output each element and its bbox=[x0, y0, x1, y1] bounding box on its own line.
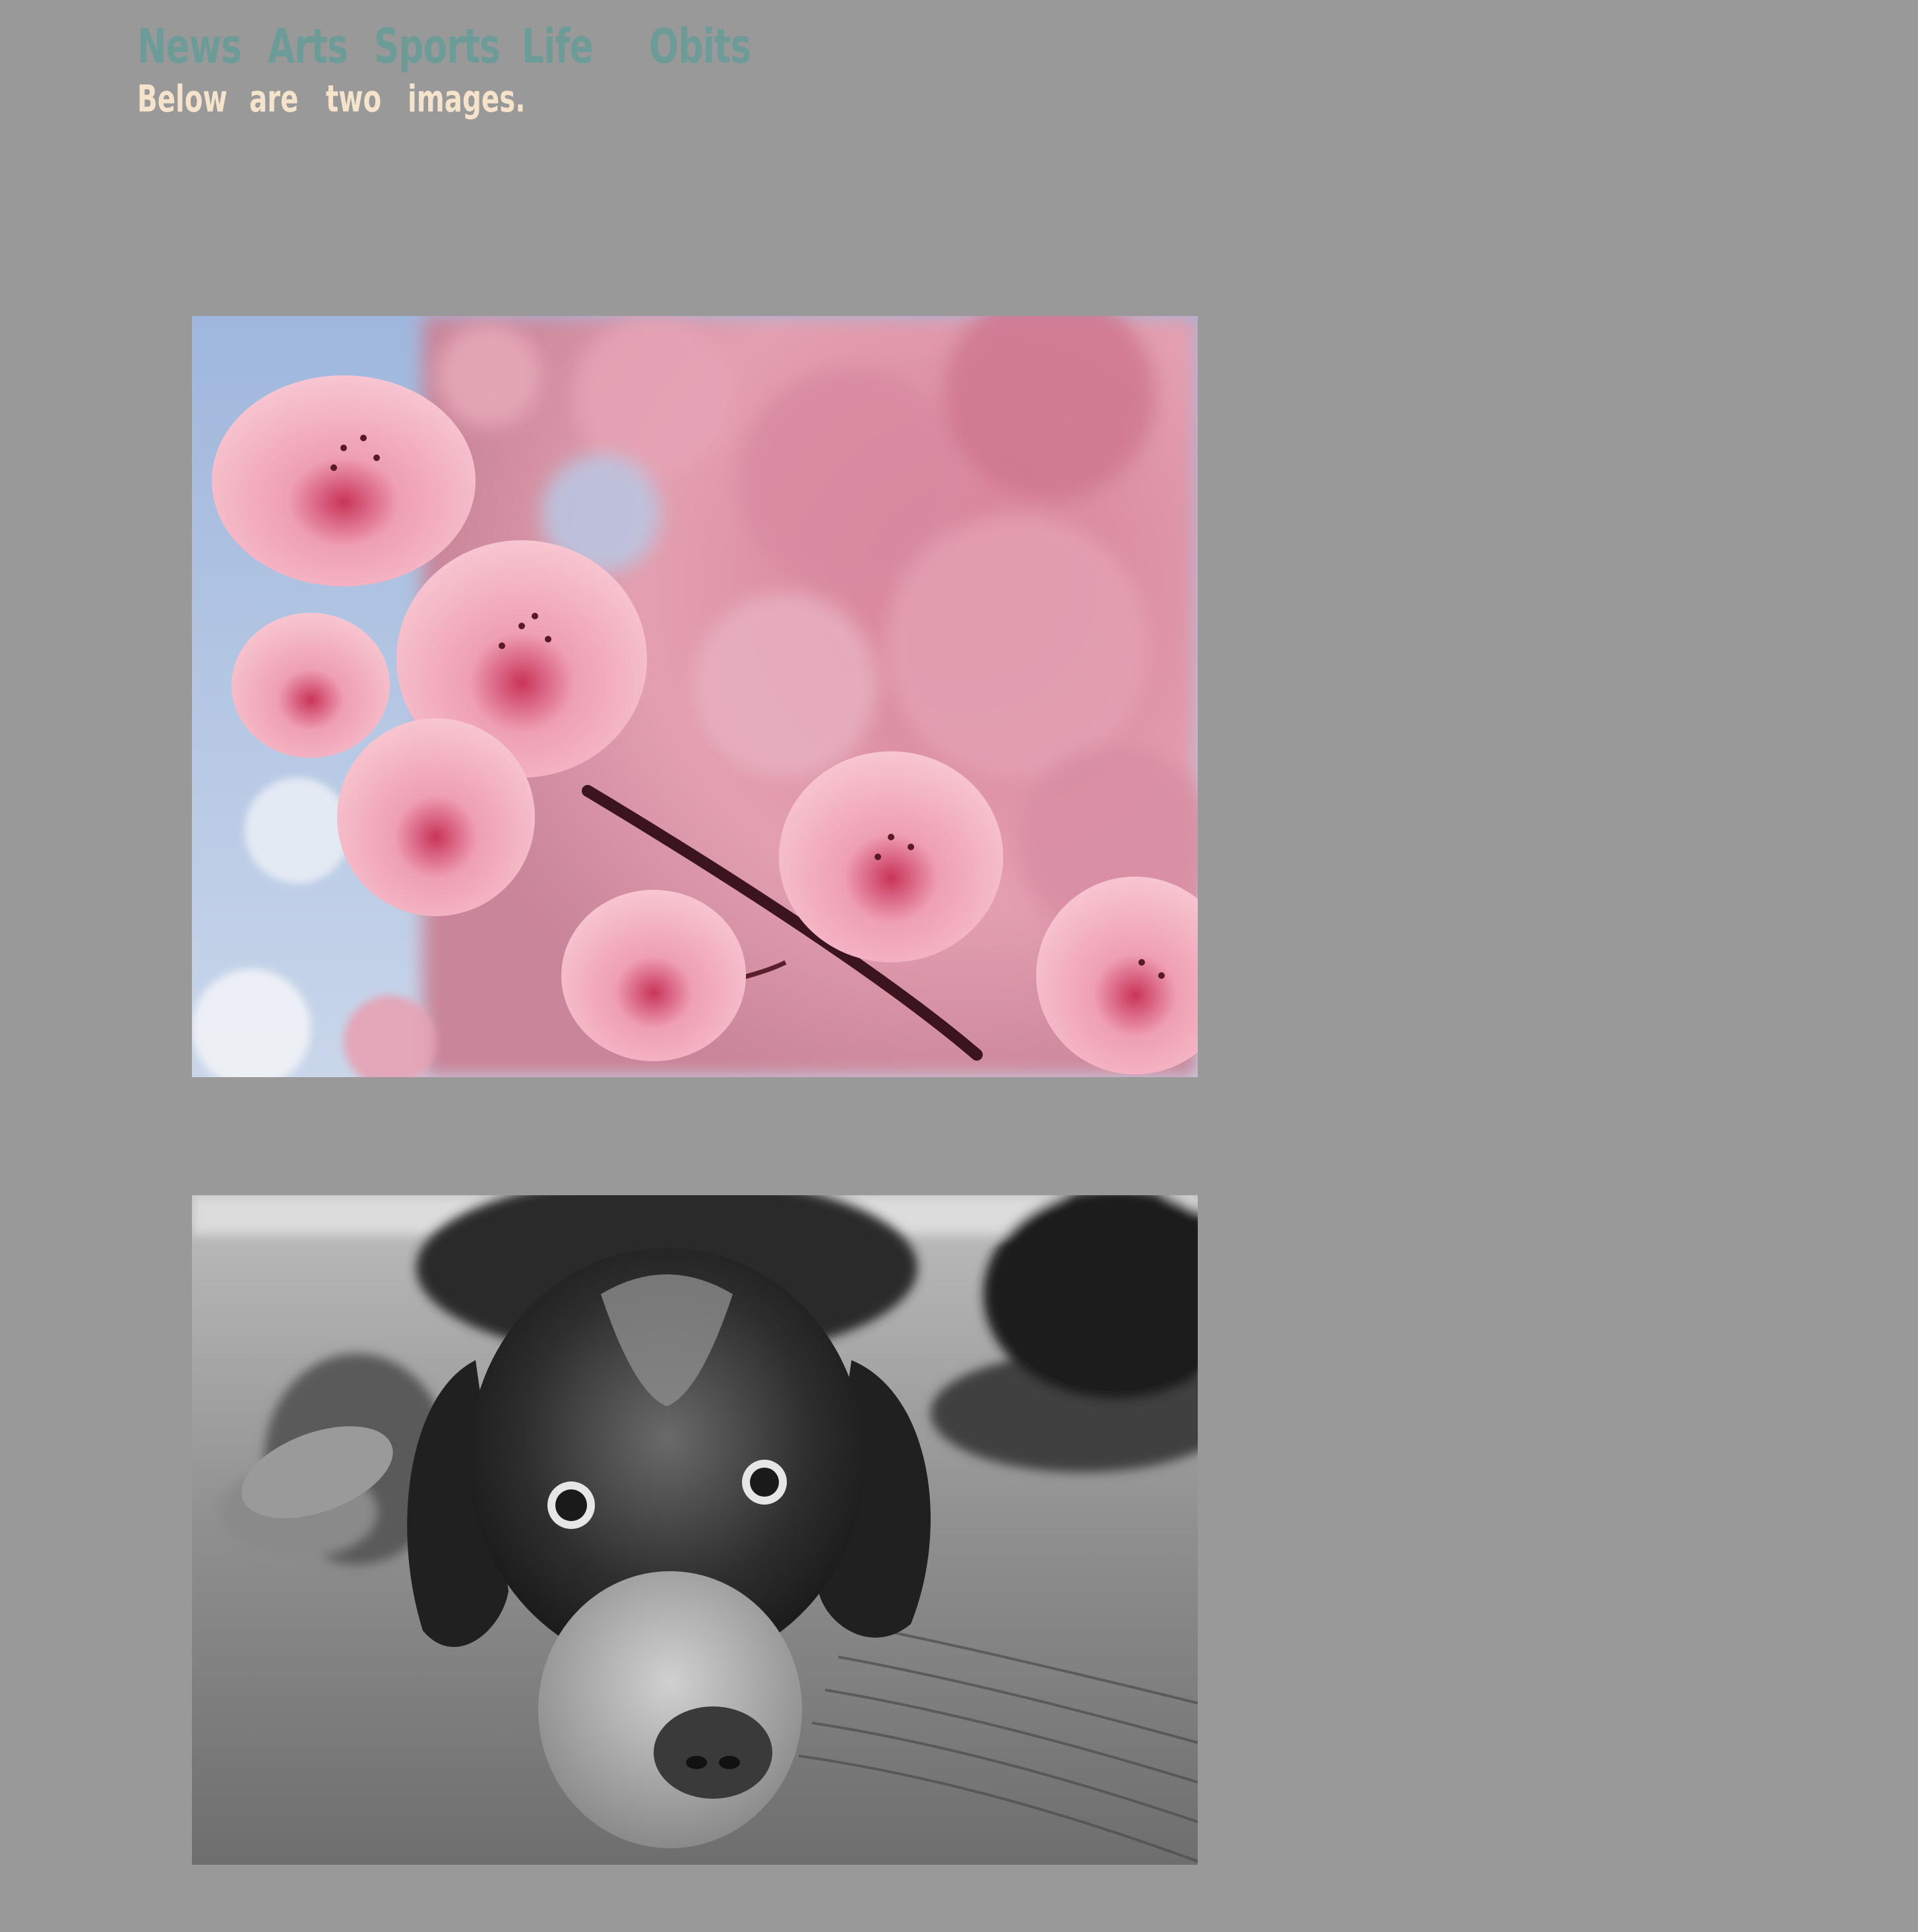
cherry-blossom-illustration bbox=[192, 316, 1198, 1077]
nav-link-sports[interactable]: Sports bbox=[374, 18, 501, 74]
intro-word: Below bbox=[137, 78, 228, 121]
nav-link-news[interactable]: News bbox=[137, 18, 242, 74]
dog-illustration bbox=[192, 1195, 1198, 1865]
cherry-blossom-image bbox=[192, 316, 1198, 1077]
intro-word: images. bbox=[408, 78, 526, 121]
main-nav: News Arts Sports Life Obits bbox=[137, 18, 751, 74]
nav-link-life[interactable]: Life bbox=[522, 18, 594, 74]
nav-link-arts[interactable]: Arts bbox=[268, 18, 348, 74]
nav-link-obits[interactable]: Obits bbox=[649, 18, 751, 74]
dog-image bbox=[192, 1195, 1198, 1865]
intro-word: two bbox=[326, 78, 382, 121]
intro-word: are bbox=[249, 78, 299, 121]
